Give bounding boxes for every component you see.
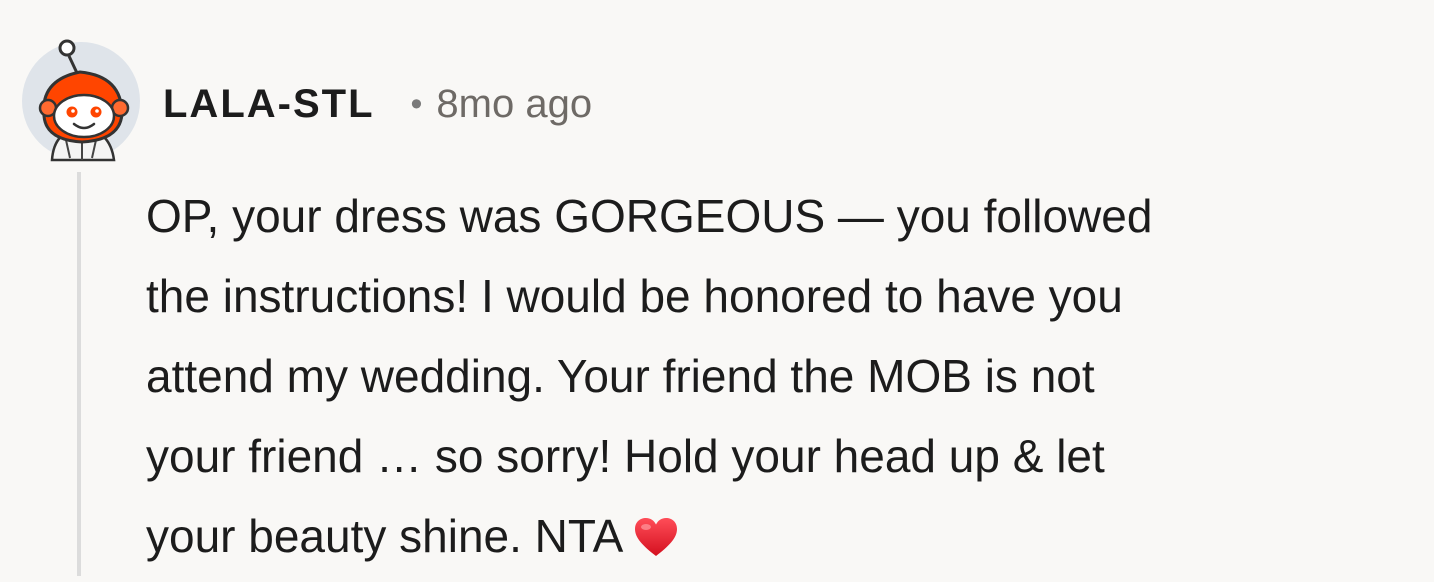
comment-body-line: OP, your dress was GORGEOUS — you follow… xyxy=(146,190,1153,242)
comment-body-line: attend my wedding. Your friend the MOB i… xyxy=(146,350,1095,402)
red-heart-icon xyxy=(633,502,679,582)
comment-body-line: your friend … so sorry! Hold your head u… xyxy=(146,430,1105,482)
comment-body: OP, your dress was GORGEOUS — you follow… xyxy=(146,176,1406,582)
comment: LALA-STL • 8mo ago OP, your dress was GO… xyxy=(0,0,1434,576)
comment-timestamp[interactable]: 8mo ago xyxy=(436,82,592,127)
comment-header: LALA-STL • 8mo ago xyxy=(163,74,592,134)
username-link[interactable]: LALA-STL xyxy=(163,82,375,127)
separator-dot: • xyxy=(410,85,423,123)
snoo-avatar-icon[interactable] xyxy=(22,38,140,162)
comment-body-last-line: your beauty shine. NTA xyxy=(146,496,1406,582)
comment-body-line: the instructions! I would be honored to … xyxy=(146,270,1123,322)
thread-line[interactable] xyxy=(77,172,81,576)
comment-body-line: your beauty shine. NTA xyxy=(146,510,624,562)
